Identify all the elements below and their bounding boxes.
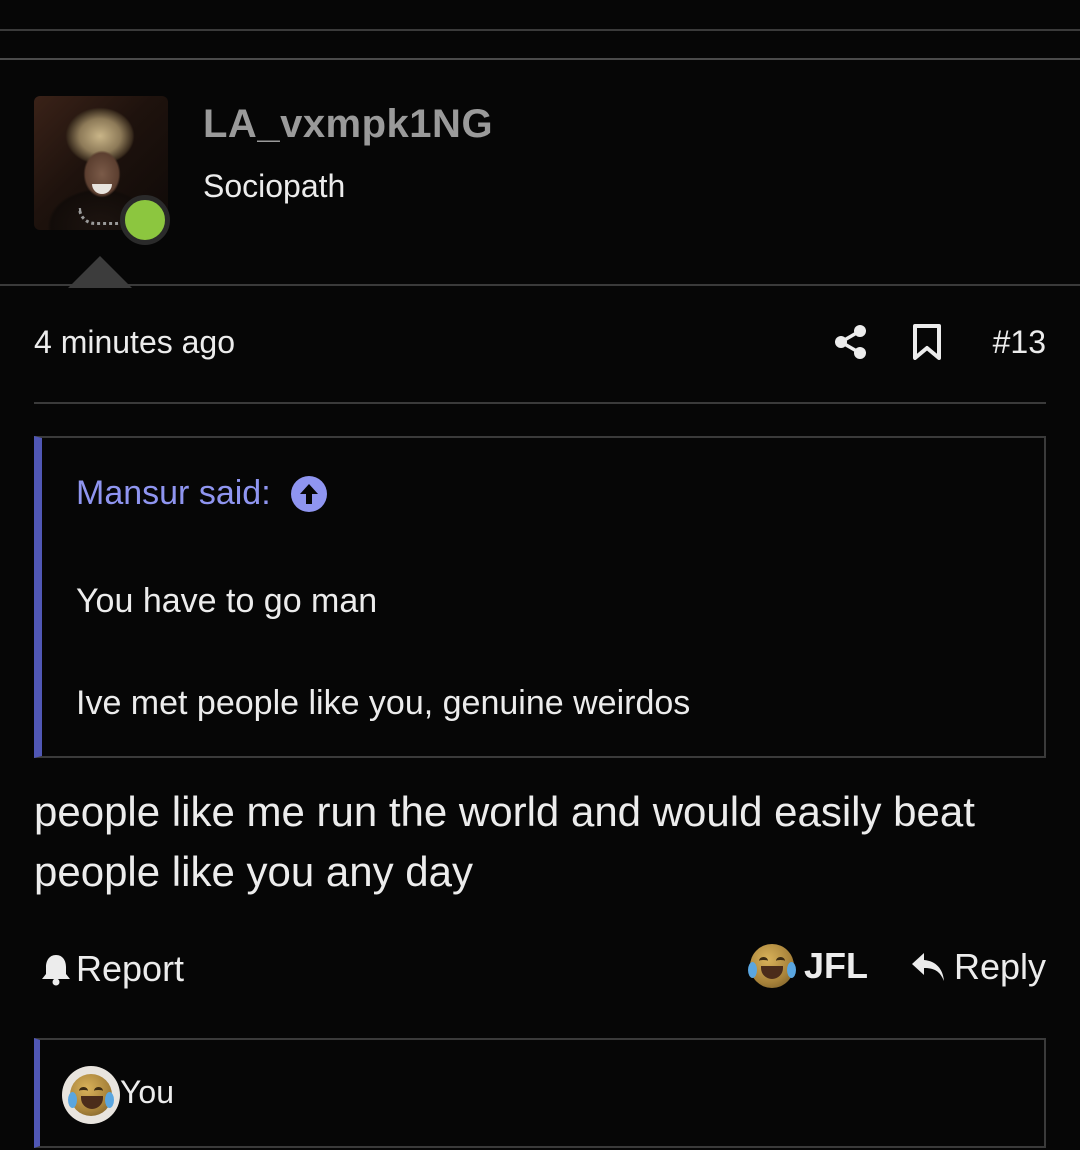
username[interactable]: LA_vxmpk1NG bbox=[203, 102, 493, 147]
reaction-users-link[interactable]: You bbox=[120, 1074, 174, 1111]
joy-tears-emoji-icon bbox=[747, 944, 796, 988]
post-timestamp[interactable]: 4 minutes ago bbox=[34, 324, 235, 361]
jfl-label: JFL bbox=[803, 945, 868, 986]
bell-icon bbox=[42, 955, 70, 986]
reply-label: Reply bbox=[953, 946, 1046, 987]
avatar-mouth bbox=[92, 184, 112, 194]
post-actions: Report JFL Reply bbox=[34, 940, 1046, 1000]
online-status-indicator bbox=[120, 195, 170, 245]
jfl-reaction-button[interactable]: JFL bbox=[747, 944, 868, 988]
quote-block: Mansur said: You have to go man Ive met … bbox=[34, 436, 1046, 758]
reactions-bar[interactable]: You bbox=[34, 1038, 1046, 1148]
user-title: Sociopath bbox=[203, 168, 346, 204]
report-button[interactable]: Report bbox=[40, 948, 184, 990]
user-bar-caret bbox=[68, 256, 132, 288]
quote-text-line: You have to go man bbox=[76, 582, 378, 620]
reply-arrow-icon bbox=[911, 953, 944, 981]
top-divider bbox=[0, 29, 1080, 31]
arrow-up-circle-icon[interactable] bbox=[290, 475, 327, 512]
post-meta: 4 minutes ago #13 bbox=[34, 318, 1046, 404]
user-bar: LA_vxmpk1NG Sociopath bbox=[0, 58, 1080, 288]
report-label: Report bbox=[76, 948, 185, 989]
quote-author-link[interactable]: Mansur said: bbox=[76, 474, 327, 513]
reply-button[interactable]: Reply bbox=[910, 946, 1046, 988]
post-body: people like me run the world and would e… bbox=[34, 788, 975, 895]
joy-tears-emoji-icon bbox=[68, 1074, 114, 1116]
quote-author-label: Mansur said: bbox=[76, 474, 271, 512]
post-number-link[interactable]: #13 bbox=[993, 324, 1046, 361]
quote-text-line: Ive met people like you, genuine weirdos bbox=[76, 684, 691, 722]
reaction-avatar bbox=[62, 1066, 120, 1124]
bookmark-icon[interactable] bbox=[912, 324, 942, 360]
share-icon[interactable] bbox=[834, 324, 868, 360]
